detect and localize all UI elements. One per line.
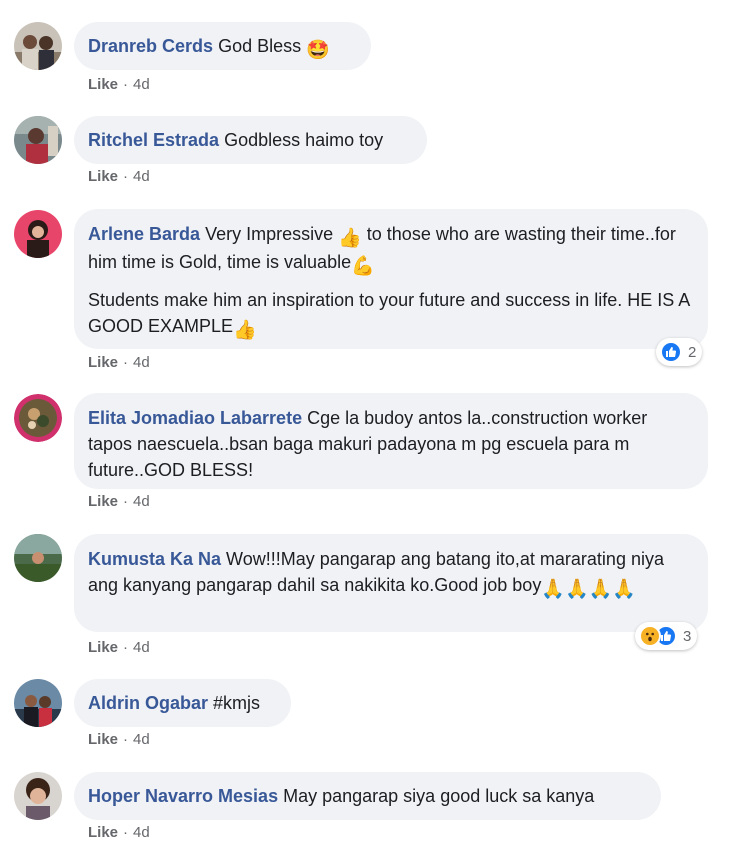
comment-text: #kmjs bbox=[213, 693, 261, 713]
comment-author[interactable]: Hoper Navarro Mesias bbox=[88, 786, 278, 806]
avatar[interactable] bbox=[14, 534, 62, 582]
reaction-count: 3 bbox=[683, 627, 692, 645]
avatar[interactable] bbox=[14, 394, 62, 442]
comment-age[interactable]: 4d bbox=[133, 76, 150, 93]
comment-author[interactable]: Aldrin Ogabar bbox=[88, 693, 208, 713]
comment-text: God Bless bbox=[218, 36, 302, 56]
avatar[interactable] bbox=[14, 210, 62, 258]
comment-age[interactable]: 4d bbox=[133, 493, 150, 510]
avatar[interactable] bbox=[14, 772, 62, 820]
comment-text: Students make him an inspiration to your… bbox=[88, 290, 690, 336]
smiling-face-emoji-icon: 🤩 bbox=[306, 40, 330, 61]
reaction-summary[interactable]: 2 bbox=[656, 338, 703, 366]
avatar[interactable] bbox=[14, 22, 62, 70]
like-link[interactable]: Like bbox=[88, 76, 118, 93]
comment-age[interactable]: 4d bbox=[133, 354, 150, 371]
reaction-summary[interactable]: 3 bbox=[635, 622, 698, 650]
comment-age[interactable]: 4d bbox=[133, 824, 150, 841]
like-link[interactable]: Like bbox=[88, 168, 118, 185]
comment-meta: Like · 4d bbox=[88, 354, 150, 371]
comment-text: May pangarap siya good luck sa kanya bbox=[283, 786, 595, 806]
comment-meta: Like · 4d bbox=[88, 824, 150, 841]
like-reaction-icon bbox=[660, 341, 682, 363]
like-link[interactable]: Like bbox=[88, 731, 118, 748]
comment-age[interactable]: 4d bbox=[133, 731, 150, 748]
comment-age[interactable]: 4d bbox=[133, 168, 150, 185]
comment-author[interactable]: Arlene Barda bbox=[88, 224, 200, 244]
comment-bubble: Aldrin Ogabar #kmjs bbox=[74, 679, 291, 727]
comment-author[interactable]: Kumusta Ka Na bbox=[88, 549, 221, 569]
avatar[interactable] bbox=[14, 679, 62, 727]
comment-bubble: Arlene Barda Very Impressive 👍 to those … bbox=[74, 209, 708, 349]
like-link[interactable]: Like bbox=[88, 639, 118, 656]
comment-meta: Like · 4d bbox=[88, 493, 150, 510]
comment-text: Very Impressive bbox=[205, 224, 339, 244]
like-link[interactable]: Like bbox=[88, 824, 118, 841]
like-link[interactable]: Like bbox=[88, 493, 118, 510]
folded-hands-emoji-icon: 🙏🙏🙏🙏 bbox=[541, 579, 636, 600]
comment-author[interactable]: Ritchel Estrada bbox=[88, 130, 219, 150]
comment-bubble: Elita Jomadiao Labarrete Cge la budoy an… bbox=[74, 393, 708, 489]
comment-bubble: Hoper Navarro Mesias May pangarap siya g… bbox=[74, 772, 661, 820]
avatar[interactable] bbox=[14, 116, 62, 164]
comment-age[interactable]: 4d bbox=[133, 639, 150, 656]
comment-bubble: Ritchel Estrada Godbless haimo toy bbox=[74, 116, 427, 164]
thumbs-up-emoji-icon: 👍 bbox=[233, 320, 257, 341]
comment-meta: Like · 4d bbox=[88, 639, 150, 656]
comment-meta: Like · 4d bbox=[88, 731, 150, 748]
comment-bubble: Kumusta Ka Na Wow!!!May pangarap ang bat… bbox=[74, 534, 708, 632]
like-link[interactable]: Like bbox=[88, 354, 118, 371]
comment-bubble: Dranreb Cerds God Bless 🤩 bbox=[74, 22, 371, 70]
comment-text: Godbless haimo toy bbox=[224, 130, 384, 150]
comment-author[interactable]: Dranreb Cerds bbox=[88, 36, 213, 56]
comment-author[interactable]: Elita Jomadiao Labarrete bbox=[88, 408, 302, 428]
reaction-count: 2 bbox=[688, 343, 697, 361]
comment-meta: Like · 4d bbox=[88, 168, 150, 185]
comment-meta: Like · 4d bbox=[88, 76, 150, 93]
wow-reaction-icon bbox=[639, 625, 661, 647]
thumbs-up-emoji-icon: 👍 bbox=[338, 228, 362, 249]
flexed-biceps-emoji-icon: 💪 bbox=[351, 256, 375, 277]
